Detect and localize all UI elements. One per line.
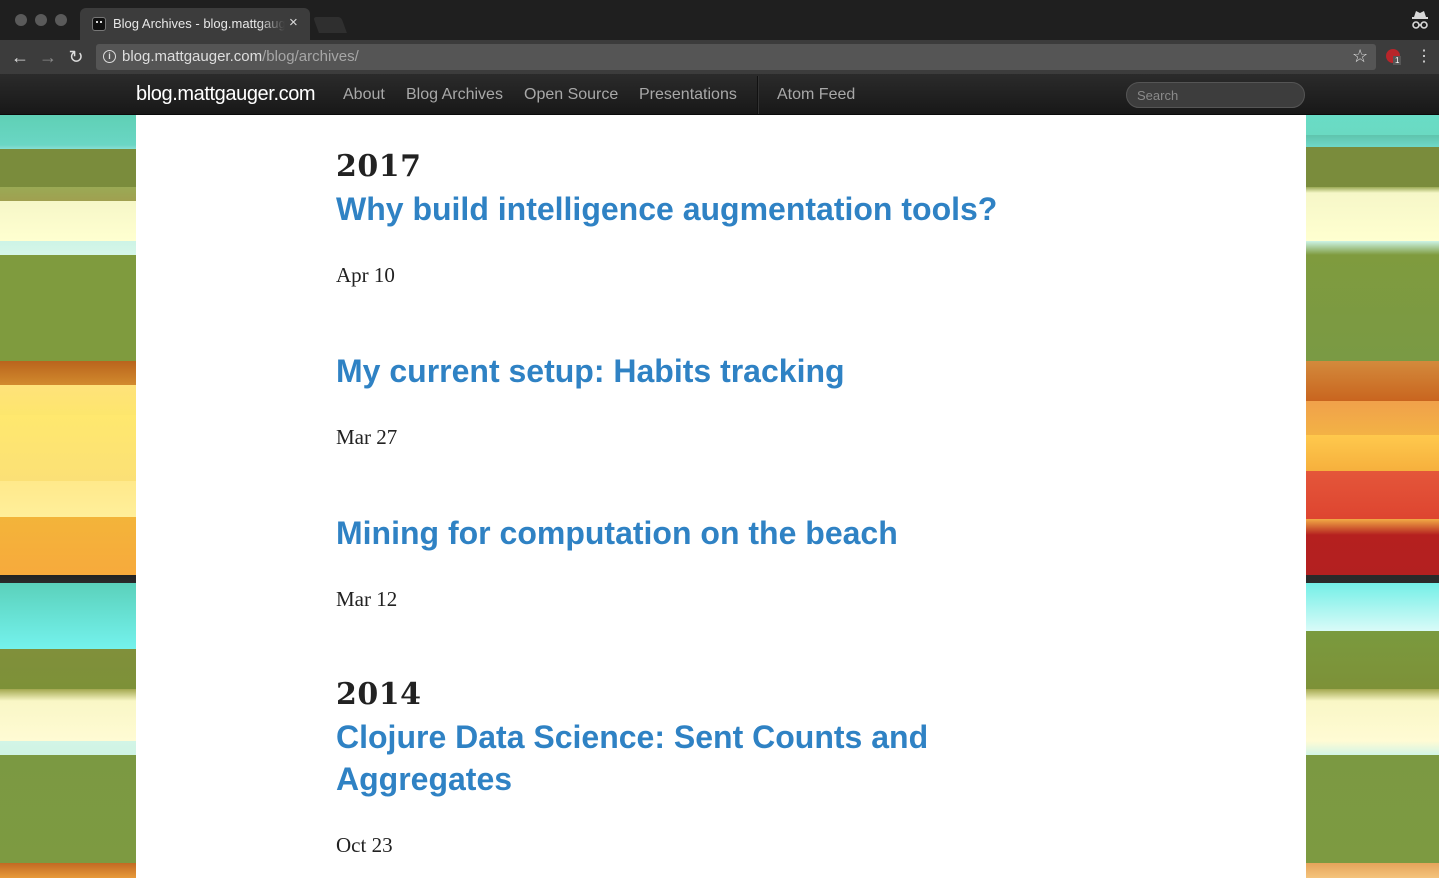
url-text[interactable]: blog.mattgauger.com/blog/archives/ — [122, 48, 359, 65]
url-path: /blog/archives/ — [262, 48, 359, 65]
favicon-icon — [92, 17, 106, 31]
nav-divider — [757, 76, 758, 114]
browser-titlebar: Blog Archives - blog.mattgauger.com × — [0, 0, 1439, 40]
extension-icon[interactable]: 1 — [1386, 49, 1402, 65]
year-heading: 2017 — [336, 149, 422, 184]
post-date: Oct 23 — [336, 833, 393, 857]
nav-about-link[interactable]: About — [343, 86, 385, 104]
search-input[interactable] — [1126, 82, 1305, 108]
browser-tab[interactable]: Blog Archives - blog.mattgauger.com × — [80, 8, 310, 40]
back-button[interactable]: ← — [9, 46, 31, 68]
browser-menu-icon[interactable]: ⋮ — [1416, 47, 1432, 67]
site-brand-link[interactable]: blog.mattgauger.com — [136, 83, 316, 106]
maximize-window-button[interactable] — [55, 14, 67, 26]
browser-toolbar: ← → ↻ i blog.mattgauger.com/blog/archive… — [0, 40, 1439, 74]
nav-open-source-link[interactable]: Open Source — [524, 86, 618, 104]
post-title-link[interactable]: Why build intelligence augmentation tool… — [336, 188, 1036, 230]
nav-atom-feed-link[interactable]: Atom Feed — [777, 86, 855, 104]
reload-button[interactable]: ↻ — [65, 46, 87, 68]
site-info-icon[interactable]: i — [103, 50, 116, 63]
nav-presentations-link[interactable]: Presentations — [639, 86, 737, 104]
address-bar[interactable]: i blog.mattgauger.com/blog/archives/ ☆ — [96, 44, 1376, 70]
minimize-window-button[interactable] — [35, 14, 47, 26]
new-tab-button[interactable] — [313, 17, 347, 33]
post-date: Apr 10 — [336, 263, 395, 287]
post-title-link[interactable]: Clojure Data Science: Sent Counts and Ag… — [336, 716, 956, 800]
tab-close-icon[interactable]: × — [289, 14, 298, 32]
post-date: Mar 12 — [336, 587, 398, 611]
forward-button[interactable]: → — [37, 46, 59, 68]
background-image-right — [1306, 115, 1439, 878]
url-host: blog.mattgauger.com — [122, 48, 263, 65]
background-image-left — [0, 115, 136, 878]
post-title-link[interactable]: My current setup: Habits tracking — [336, 350, 1036, 392]
archives-content: 2017 Why build intelligence augmentation… — [136, 115, 1306, 878]
tab-title: Blog Archives - blog.mattgauger.com — [113, 16, 285, 31]
incognito-icon — [1412, 11, 1428, 29]
post-date: Mar 27 — [336, 425, 398, 449]
post-title-link[interactable]: Mining for computation on the beach — [336, 512, 1036, 554]
nav-blog-archives-link[interactable]: Blog Archives — [406, 86, 503, 104]
close-window-button[interactable] — [15, 14, 27, 26]
year-heading: 2014 — [336, 677, 422, 712]
extension-badge: 1 — [1393, 56, 1402, 65]
bookmark-star-icon[interactable]: ☆ — [1352, 46, 1368, 67]
site-navbar: blog.mattgauger.com About Blog Archives … — [0, 74, 1439, 115]
